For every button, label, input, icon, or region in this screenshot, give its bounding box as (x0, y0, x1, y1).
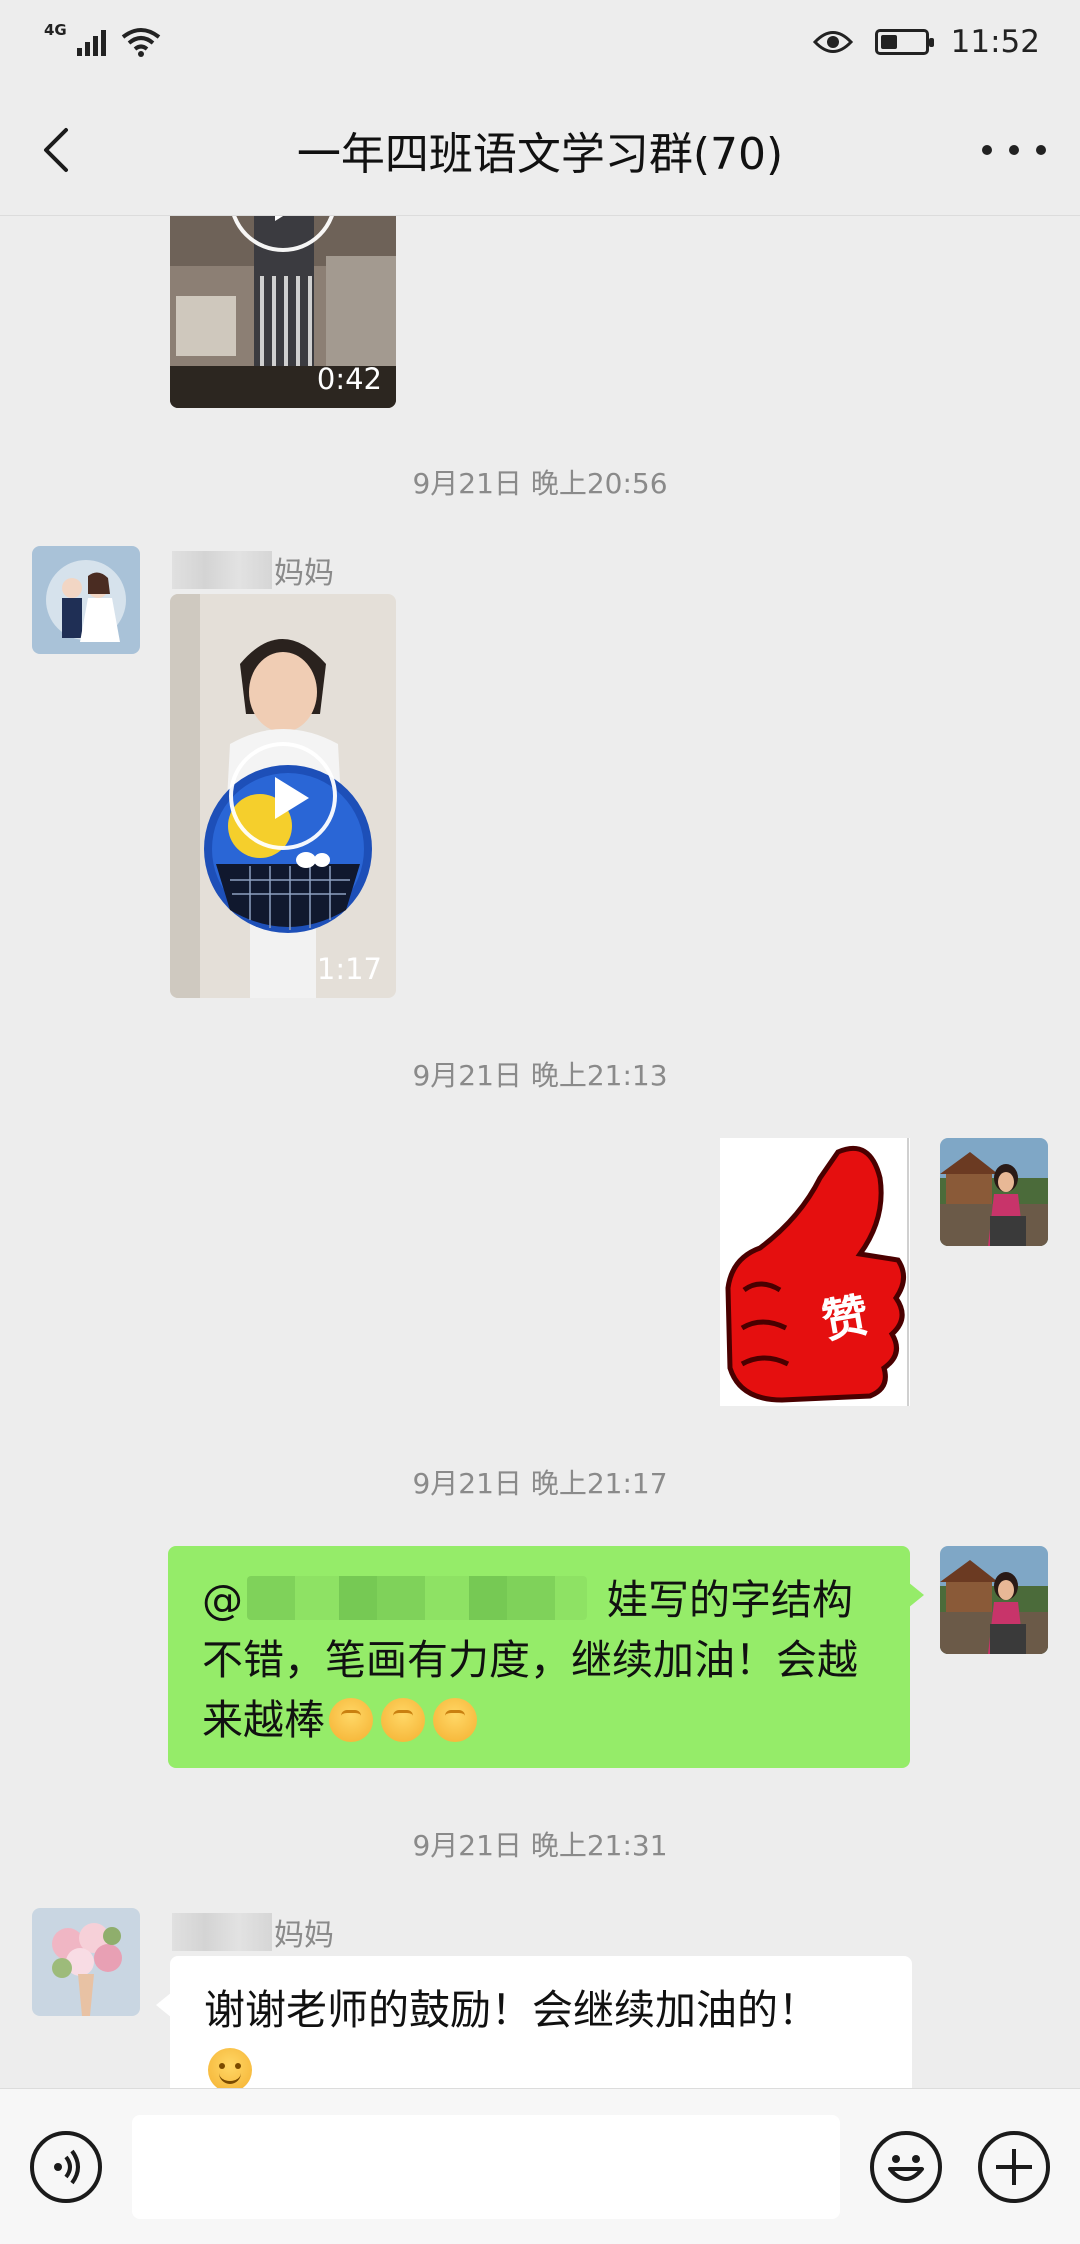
video-message[interactable]: 1:17 (170, 594, 396, 998)
fist-emoji-icon (381, 1698, 425, 1742)
voice-button[interactable] (30, 2131, 102, 2203)
timestamp: 9月21日 晚上21:31 (412, 1829, 668, 1862)
chat-header: 一年四班语文学习群(70) (0, 84, 1080, 216)
plus-icon (996, 2149, 1032, 2185)
message-input[interactable] (132, 2115, 840, 2219)
video-duration: 0:42 (316, 362, 382, 396)
timestamp: 9月21日 晚上20:56 (412, 467, 668, 500)
message-list[interactable]: 0:42 9月21日 晚上20:56 妈妈 1:17 9月21日 晚上21:13… (0, 216, 1080, 2088)
sticker-text: 赞 (818, 1289, 872, 1348)
timestamp: 9月21日 晚上21:13 (412, 1059, 668, 1092)
my-avatar[interactable] (940, 1138, 1048, 1246)
sticker-message[interactable]: 赞 (720, 1138, 910, 1406)
battery-icon (874, 29, 934, 55)
blurred-name (172, 1913, 272, 1951)
text-message-received[interactable]: 谢谢老师的鼓励！会继续加油的！ (156, 1956, 912, 2088)
sender-nickname: 妈妈 (172, 548, 334, 592)
message-text: 谢谢老师的鼓励！会继续加油的！ (204, 1986, 819, 2034)
plus-button[interactable] (978, 2131, 1050, 2203)
thumbs-up-sticker: 赞 (720, 1138, 910, 1406)
fist-emoji-icon (329, 1698, 373, 1742)
voice-icon (54, 2149, 80, 2185)
sender-nickname: 妈妈 (172, 1910, 334, 1954)
emoji-icon (888, 2155, 924, 2181)
avatar-image (940, 1546, 1048, 1654)
input-bar (0, 2088, 1080, 2244)
back-arrow-icon[interactable] (30, 122, 86, 178)
video-message[interactable]: 0:42 (170, 216, 396, 408)
blurred-mention (247, 1576, 587, 1620)
wifi-icon (121, 28, 160, 57)
more-dot-icon (982, 145, 992, 155)
nickname-suffix: 妈妈 (274, 556, 334, 591)
eye-icon (812, 31, 853, 53)
nickname-suffix: 妈妈 (274, 1918, 334, 1953)
more-dot-icon (1009, 145, 1019, 155)
avatar-image (32, 1908, 140, 2016)
status-left: 4G (44, 21, 161, 57)
emoji-button[interactable] (870, 2131, 942, 2203)
video-duration: 1:17 (316, 952, 382, 986)
avatar[interactable] (32, 546, 140, 654)
my-avatar[interactable] (940, 1546, 1048, 1654)
more-options-button[interactable] (982, 122, 1046, 178)
text-message-sent[interactable]: @ 娃写的字结构不错，笔画有力度，继续加油！会越来越棒 (168, 1546, 924, 1768)
chat-title: 一年四班语文学习群(70) (296, 128, 784, 180)
signal-icon (76, 30, 106, 56)
avatar-image (32, 546, 140, 654)
status-right: 11:52 (812, 24, 1040, 60)
status-time: 11:52 (950, 24, 1040, 60)
avatar[interactable] (32, 1908, 140, 2016)
smile-emoji-icon (208, 2048, 252, 2088)
timestamp: 9月21日 晚上21:17 (412, 1467, 668, 1500)
avatar-image (940, 1138, 1048, 1246)
status-bar: 4G 11:52 (0, 0, 1080, 84)
more-dot-icon (1036, 145, 1046, 155)
blurred-name (172, 551, 272, 589)
fist-emoji-icon (433, 1698, 477, 1742)
mention-at: @ (202, 1576, 243, 1624)
network-type: 4G (44, 21, 67, 39)
play-icon (229, 742, 337, 850)
